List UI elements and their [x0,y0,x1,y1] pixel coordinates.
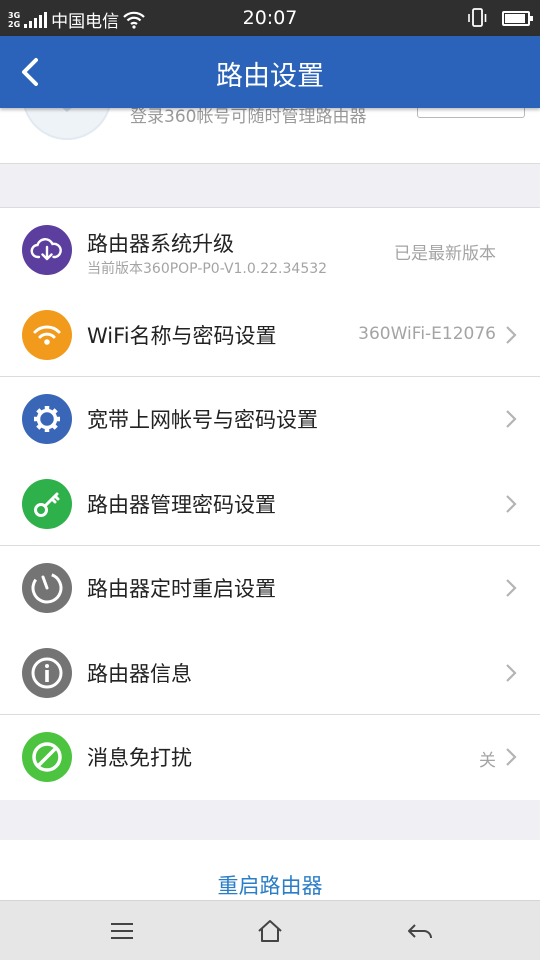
login-button[interactable] [417,108,525,118]
page-title: 路由设置 [216,61,324,92]
home-icon[interactable] [255,916,285,946]
setting-label: 路由器管理密码设置 [87,492,276,517]
back-icon[interactable] [405,916,435,946]
clock: 20:07 [242,7,298,29]
avatar[interactable] [22,108,112,140]
setting-row-do-not-disturb[interactable]: 消息免打扰 关 [0,715,540,800]
setting-value: 360WiFi-E12076 [358,323,496,344]
setting-row-wifi[interactable]: WiFi名称与密码设置 360WiFi-E12076 [0,293,540,377]
do-not-disturb-icon [22,732,72,782]
setting-row-broadband[interactable]: 宽带上网帐号与密码设置 [0,377,540,462]
setting-sublabel: 当前版本360POP-P0-V1.0.22.34532 [87,261,328,277]
setting-value: 关 [479,751,496,771]
setting-row-router-info[interactable]: 路由器信息 [0,631,540,715]
shield-icon [62,108,72,112]
vibrate-icon [468,8,487,27]
setting-label: WiFi名称与密码设置 [87,323,277,348]
restart-router-label: 重启路由器 [217,874,323,898]
app-bar: 路由设置 [0,36,540,108]
setting-row-admin-password[interactable]: 路由器管理密码设置 [0,462,540,546]
menu-icon[interactable] [107,916,137,946]
setting-label: 消息免打扰 [87,746,192,770]
navigation-bar [0,900,540,960]
cloud-download-icon [22,225,72,275]
setting-row-firmware-upgrade[interactable]: 路由器系统升级 当前版本360POP-P0-V1.0.22.34532 已是最新… [0,208,540,293]
chevron-right-icon [506,410,517,428]
restart-router-button[interactable]: 重启路由器 [0,840,540,900]
battery-icon [502,10,533,26]
login-card[interactable]: 登录360帐号可随时管理路由器 [0,108,540,164]
setting-label: 路由器系统升级 [87,232,234,256]
status-right [466,8,533,28]
wifi-icon [22,309,72,360]
chevron-right-icon [506,325,517,344]
settings-list: 路由器系统升级 当前版本360POP-P0-V1.0.22.34532 已是最新… [0,207,540,800]
setting-row-scheduled-reboot[interactable]: 路由器定时重启设置 [0,546,540,631]
chevron-right-icon [506,494,517,513]
gear-icon [22,394,72,444]
setting-label: 路由器定时重启设置 [87,577,276,601]
setting-label: 路由器信息 [87,661,192,686]
login-hint: 登录360帐号可随时管理路由器 [130,108,367,127]
chevron-right-icon [506,663,517,682]
chevron-right-icon [506,748,517,766]
power-timer-icon [22,563,72,613]
key-icon [22,478,72,529]
setting-label: 宽带上网帐号与密码设置 [87,408,318,432]
setting-value: 已是最新版本 [394,244,496,264]
chevron-right-icon [506,579,517,597]
info-icon [22,647,72,698]
status-bar: 3G 2G 中国电信 20:07 [0,0,540,36]
